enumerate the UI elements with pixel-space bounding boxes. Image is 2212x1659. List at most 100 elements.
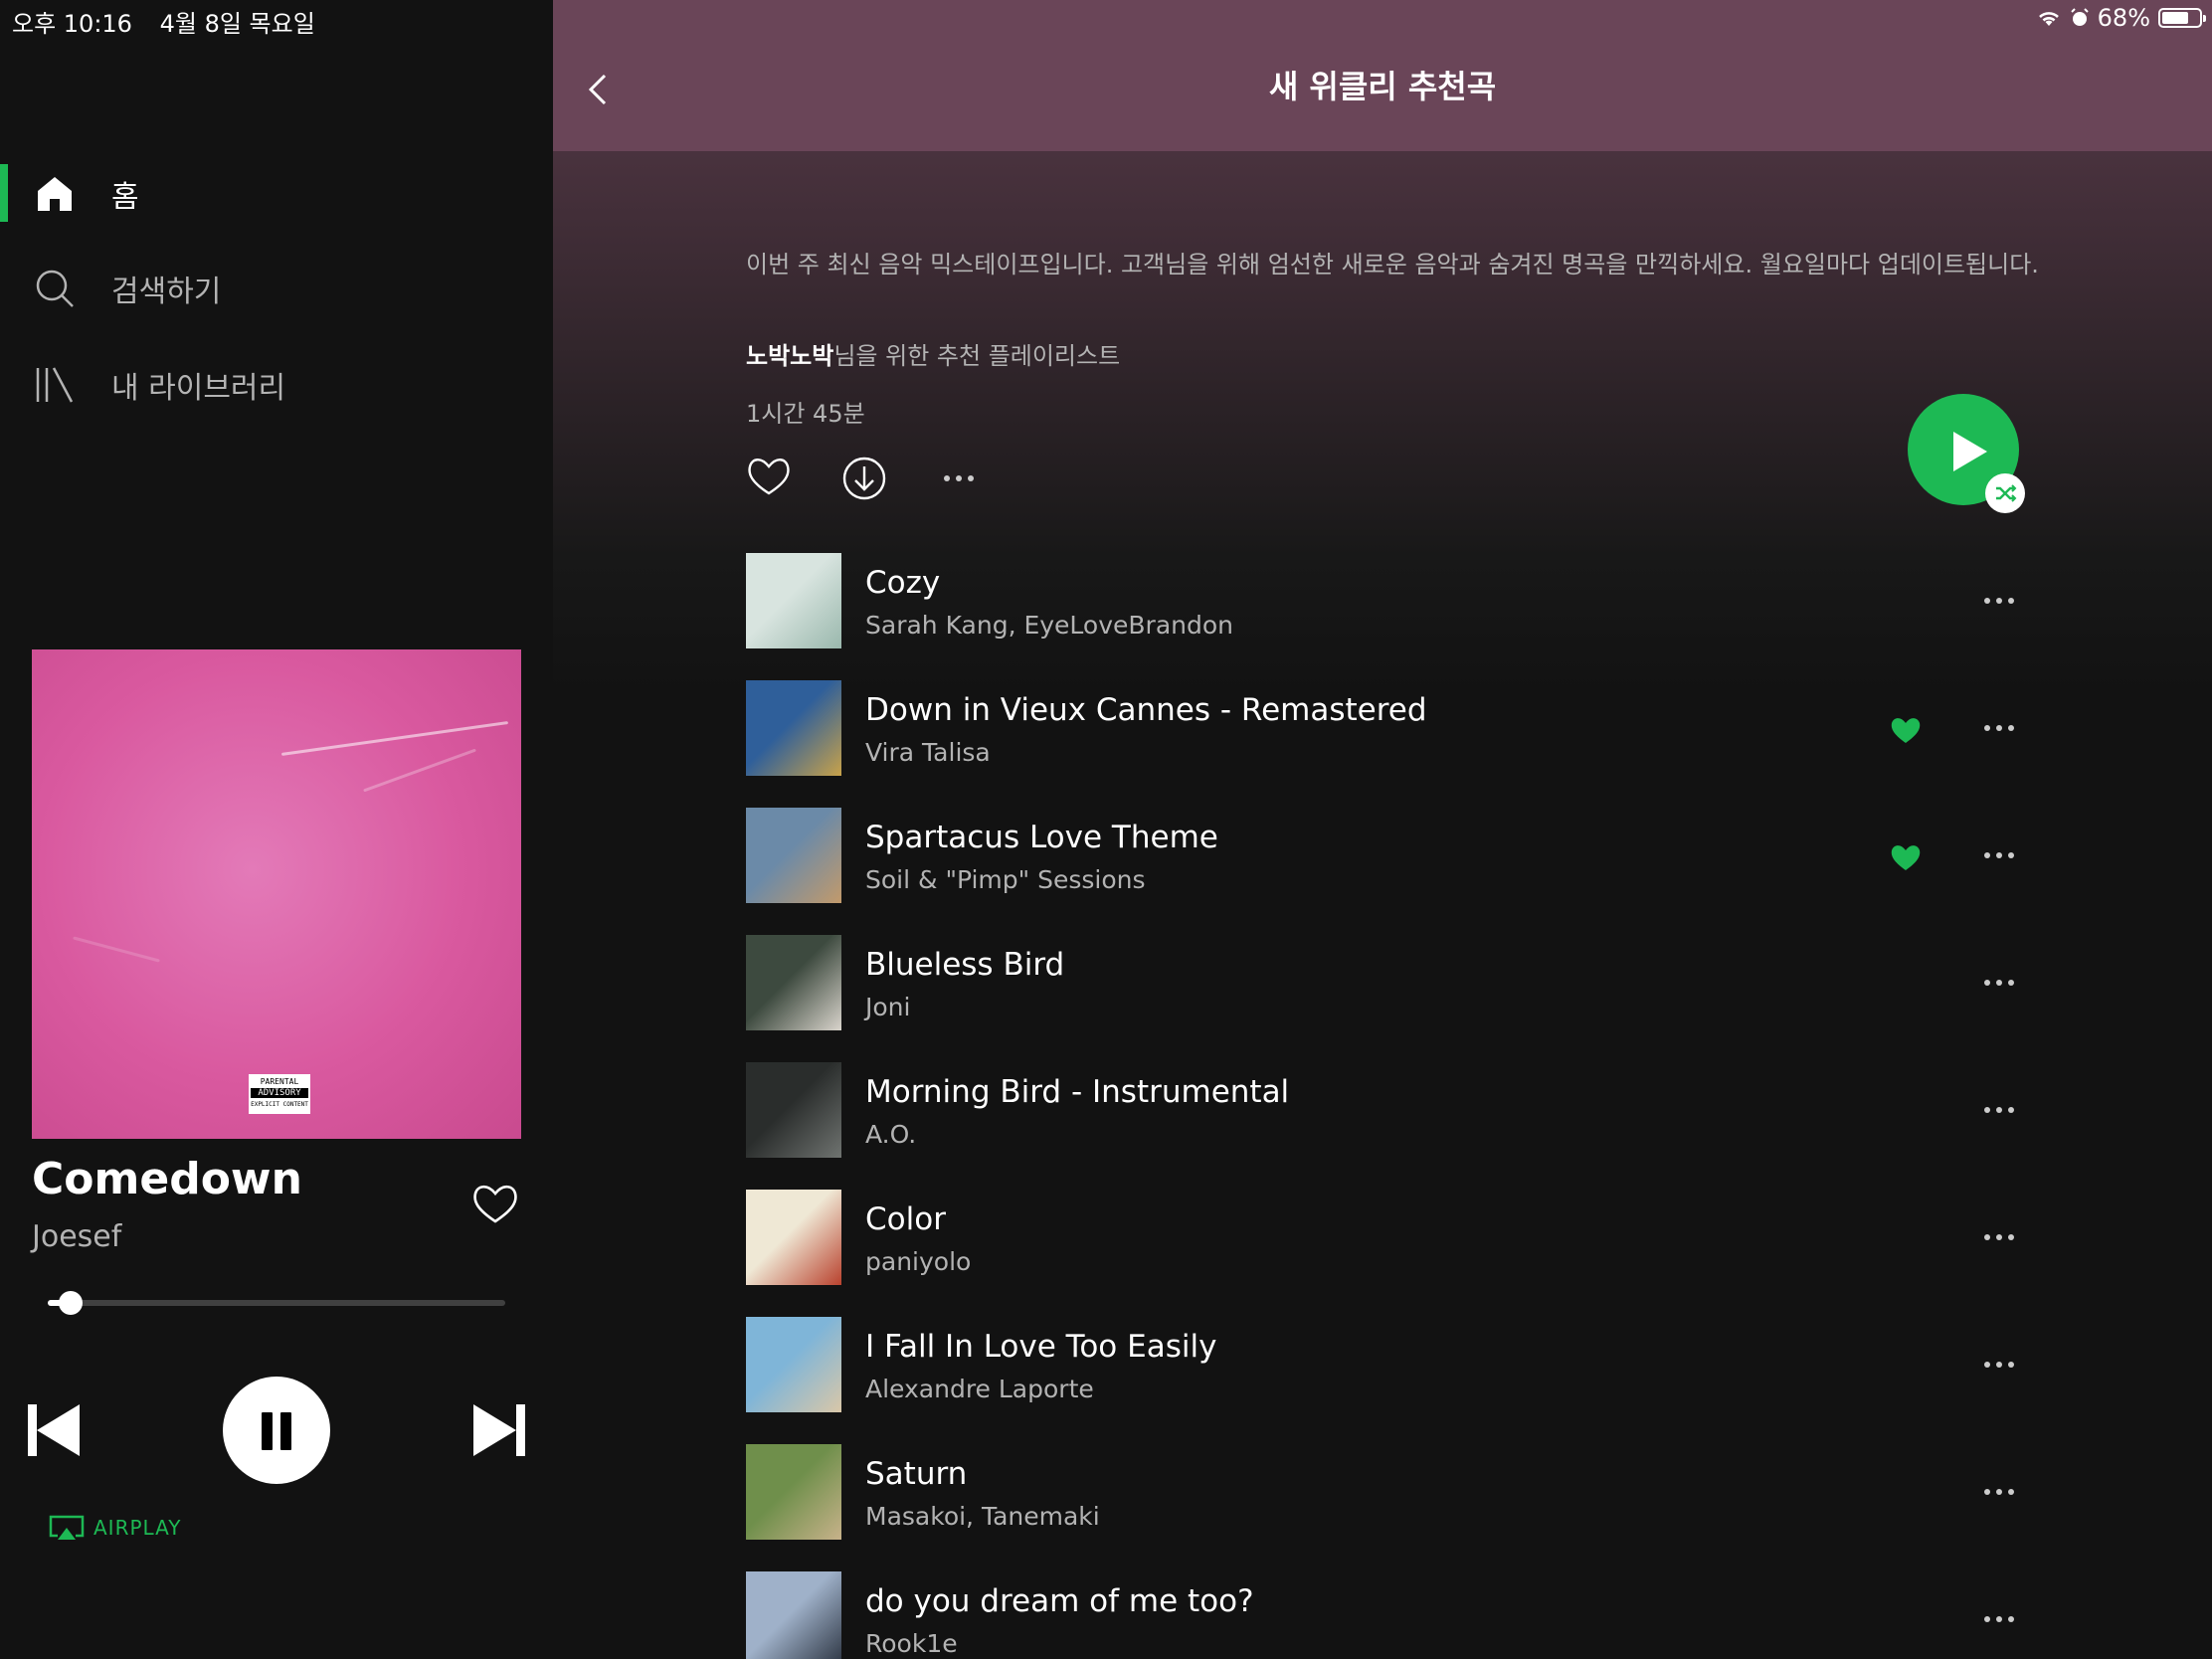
track-artwork (746, 808, 841, 903)
playlist-view: 새 위클리 추천곡 이번 주 최신 음악 믹스테이프입니다. 고객님을 위해 엄… (553, 0, 2212, 1659)
next-track-icon[interactable] (471, 1402, 527, 1458)
track-row[interactable]: Down in Vieux Cannes - Remastered Vira Ta… (746, 680, 2039, 808)
airplay-label: AIRPLAY (93, 1516, 182, 1540)
active-indicator (0, 164, 8, 222)
liked-heart-icon[interactable] (1890, 715, 1922, 745)
track-title: Blueless Bird (865, 947, 1065, 983)
status-bar-left: 오후 10:16 4월 8일 목요일 (12, 4, 335, 39)
track-more-button[interactable] (1979, 1599, 2019, 1639)
track-title: Down in Vieux Cannes - Remastered (865, 692, 1427, 728)
track-more-button[interactable] (1979, 1345, 2019, 1384)
more-icon (1979, 963, 2019, 1003)
home-icon (38, 177, 72, 211)
alarm-icon (2070, 8, 2089, 26)
previous-track-icon[interactable] (26, 1402, 82, 1458)
track-artist: A.O. (865, 1120, 917, 1149)
track-artwork (746, 680, 841, 776)
more-icon (1979, 835, 2019, 875)
track-more-button[interactable] (1979, 708, 2019, 748)
track-artist: Rook1e (865, 1629, 958, 1658)
track-row[interactable]: Blueless Bird Joni (746, 935, 2039, 1062)
playlist-description: 이번 주 최신 음악 믹스테이프입니다. 고객님을 위해 엄선한 새로운 음악과… (746, 251, 2039, 278)
battery-icon (2158, 8, 2206, 28)
made-for-user[interactable]: 노박노박 (746, 342, 833, 370)
more-icon (1979, 1345, 2019, 1384)
status-bar-right: 68% (2036, 4, 2206, 32)
sidebar-item-home[interactable]: 홈 (0, 159, 553, 229)
sidebar-item-label: 내 라이브러리 (111, 371, 286, 406)
shuffle-icon (1996, 484, 2017, 502)
advisory-line3: EXPLICIT CONTENT (251, 1101, 308, 1108)
more-icon (1979, 1599, 2019, 1639)
status-time: 오후 10:16 (12, 10, 132, 38)
heart-icon[interactable] (471, 1182, 519, 1225)
status-date: 4월 8일 목요일 (159, 10, 315, 38)
track-more-button[interactable] (1979, 835, 2019, 875)
more-icon (1979, 1217, 2019, 1257)
track-row[interactable]: Saturn Masakoi, Tanemaki (746, 1444, 2039, 1571)
playlist-header: 새 위클리 추천곡 (553, 0, 2212, 151)
track-more-button[interactable] (1979, 1217, 2019, 1257)
more-icon (1979, 1090, 2019, 1130)
made-for-line: 노박노박님을 위한 추천 플레이리스트 (746, 336, 1120, 371)
track-more-button[interactable] (1979, 1472, 2019, 1512)
track-row[interactable]: Color paniyolo (746, 1190, 2039, 1317)
track-title: Cozy (865, 565, 941, 601)
album-art[interactable]: PARENTAL ADVISORY EXPLICIT CONTENT (32, 649, 521, 1139)
sidebar-item-label: 검색하기 (111, 275, 222, 309)
wifi-icon (2038, 12, 2059, 26)
shuffle-button[interactable] (1985, 473, 2025, 513)
track-row[interactable]: Spartacus Love Theme Soil & "Pimp" Sessio… (746, 808, 2039, 935)
track-artist: Sarah Kang, EyeLoveBrandon (865, 611, 1233, 640)
advisory-line2: ADVISORY (251, 1088, 308, 1098)
sidebar-item-library[interactable]: 내 라이브러리 (0, 350, 553, 420)
track-artwork (746, 1190, 841, 1285)
more-icon (1979, 581, 2019, 621)
pause-icon (280, 1412, 291, 1450)
advisory-line1: PARENTAL (260, 1077, 299, 1086)
track-row[interactable]: do you dream of me too? Rook1e (746, 1571, 2039, 1659)
track-title: Spartacus Love Theme (865, 820, 1218, 855)
track-row[interactable]: Cozy Sarah Kang, EyeLoveBrandon (746, 553, 2039, 680)
airplay-icon (49, 1515, 85, 1540)
progress-knob[interactable] (59, 1291, 83, 1315)
track-title: Morning Bird - Instrumental (865, 1074, 1290, 1110)
track-artwork (746, 553, 841, 648)
liked-heart-icon[interactable] (1890, 842, 1922, 872)
progress-bar[interactable] (48, 1291, 505, 1315)
sidebar-item-search[interactable]: 검색하기 (0, 254, 553, 323)
track-title: I Fall In Love Too Easily (865, 1329, 1217, 1365)
sidebar: 홈 검색하기 내 라이브러리 PARENTAL ADVISORY EXPLICI… (0, 0, 553, 1659)
track-title: Saturn (865, 1456, 968, 1492)
track-row[interactable]: I Fall In Love Too Easily Alexandre Lapor… (746, 1317, 2039, 1444)
more-icon (1979, 708, 2019, 748)
track-artist: Joni (865, 993, 911, 1021)
pause-icon (262, 1412, 273, 1450)
playlist-title: 새 위클리 추천곡 (1268, 68, 1497, 105)
track-more-button[interactable] (1979, 581, 2019, 621)
track-title: Color (865, 1201, 946, 1237)
now-playing-title[interactable]: Comedown (32, 1154, 302, 1204)
track-artist: Soil & "Pimp" Sessions (865, 865, 1146, 894)
sidebar-item-label: 홈 (111, 180, 139, 215)
play-icon (1953, 432, 1987, 471)
track-more-button[interactable] (1979, 1090, 2019, 1130)
track-artist: Alexandre Laporte (865, 1375, 1094, 1403)
battery-percent: 68% (2097, 4, 2150, 32)
track-artist: paniyolo (865, 1247, 972, 1276)
heart-icon[interactable] (746, 456, 792, 497)
track-row[interactable]: Morning Bird - Instrumental A.O. (746, 1062, 2039, 1190)
track-artwork (746, 1444, 841, 1540)
pause-button[interactable] (223, 1377, 330, 1484)
track-artwork (746, 1571, 841, 1659)
now-playing-artist[interactable]: Joesef (32, 1219, 121, 1254)
track-artist: Masakoi, Tanemaki (865, 1502, 1100, 1531)
track-more-button[interactable] (1979, 963, 2019, 1003)
track-artwork (746, 1317, 841, 1412)
more-options-button[interactable] (939, 456, 979, 501)
airplay-button[interactable]: AIRPLAY (48, 1514, 181, 1542)
more-icon (1979, 1472, 2019, 1512)
more-icon (939, 456, 979, 501)
download-icon[interactable] (841, 456, 887, 501)
track-artwork (746, 1062, 841, 1158)
